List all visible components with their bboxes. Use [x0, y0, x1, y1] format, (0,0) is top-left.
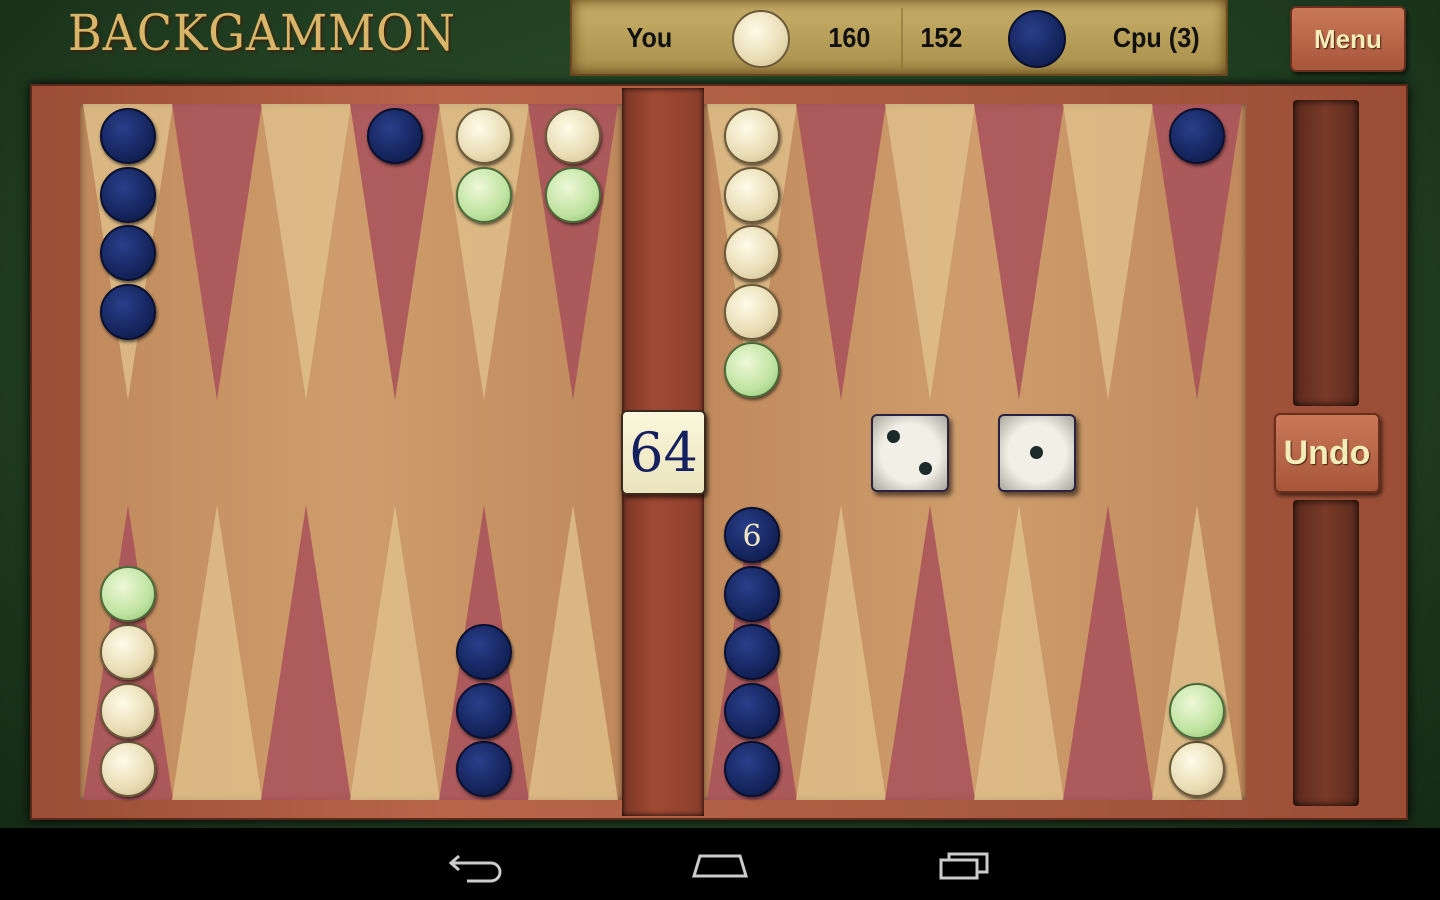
back-icon[interactable]	[447, 846, 507, 884]
cpu-checker[interactable]	[724, 624, 780, 680]
cpu-checker[interactable]: 6	[724, 507, 780, 563]
player-checker[interactable]	[724, 225, 780, 281]
point-top-8[interactable]	[885, 104, 975, 400]
player-checker[interactable]	[456, 108, 512, 164]
cpu-checker[interactable]	[100, 283, 156, 340]
point-bottom-1[interactable]	[172, 505, 262, 800]
die-2[interactable]	[998, 414, 1076, 492]
highlighted-move-target[interactable]	[456, 166, 512, 223]
highlighted-move-target[interactable]	[1169, 682, 1225, 739]
cpu-checker[interactable]	[456, 624, 512, 680]
player-checker[interactable]	[724, 166, 780, 223]
point-bottom-9[interactable]	[974, 505, 1064, 800]
point-bottom-8[interactable]	[885, 505, 975, 800]
cpu-checker[interactable]	[100, 108, 156, 164]
player-checker[interactable]	[100, 741, 156, 797]
highlighted-move-target[interactable]	[724, 342, 780, 398]
doubling-cube[interactable]: 64	[621, 410, 706, 495]
player-checker[interactable]	[724, 108, 780, 164]
player-checker[interactable]	[100, 624, 156, 680]
highlighted-move-target[interactable]	[100, 565, 156, 622]
point-bottom-5[interactable]	[528, 505, 618, 800]
cpu-checker[interactable]	[1169, 108, 1225, 164]
point-top-9[interactable]	[974, 104, 1064, 400]
die-pip	[1030, 446, 1043, 459]
cpu-checker[interactable]	[367, 108, 423, 164]
point-top-10[interactable]	[1063, 104, 1153, 400]
recent-apps-icon[interactable]	[933, 846, 993, 884]
home-icon[interactable]	[690, 846, 750, 884]
cpu-checker[interactable]	[100, 166, 156, 223]
die-1[interactable]	[871, 414, 949, 492]
die-pip	[886, 429, 900, 443]
point-top-7[interactable]	[796, 104, 886, 400]
cpu-checker[interactable]	[724, 741, 780, 797]
point-top-1[interactable]	[172, 104, 262, 400]
die-pip	[919, 462, 933, 476]
point-bottom-7[interactable]	[796, 505, 886, 800]
cpu-checker[interactable]	[456, 741, 512, 797]
point-bottom-3[interactable]	[350, 505, 440, 800]
point-bottom-10[interactable]	[1063, 505, 1153, 800]
player-checker[interactable]	[1169, 741, 1225, 797]
cpu-checker[interactable]	[456, 682, 512, 739]
player-checker[interactable]	[724, 283, 780, 340]
cpu-checker[interactable]	[724, 682, 780, 739]
cpu-checker[interactable]	[100, 225, 156, 281]
player-checker[interactable]	[545, 108, 601, 164]
player-checker[interactable]	[100, 682, 156, 739]
undo-button[interactable]: Undo	[1274, 413, 1380, 493]
highlighted-move-target[interactable]	[545, 166, 601, 223]
point-bottom-2[interactable]	[261, 505, 351, 800]
point-top-2[interactable]	[261, 104, 351, 400]
cpu-checker[interactable]	[724, 565, 780, 622]
